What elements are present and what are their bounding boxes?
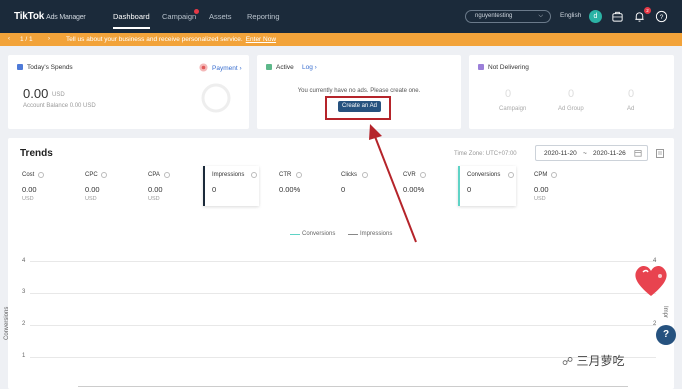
chevron-left-icon[interactable]: ‹ [8, 36, 10, 42]
y-tick-left: 3 [22, 289, 26, 295]
metric-cost[interactable]: Cost 0.00 USD [22, 166, 80, 206]
account-balance: Account Balance 0.00 USD [23, 103, 96, 109]
briefcase-icon[interactable] [611, 10, 624, 23]
info-icon [508, 172, 514, 178]
top-nav: TikTok Ads Manager Dashboard Campaign Ass… [0, 0, 682, 33]
wechat-icon: ☍ [562, 356, 574, 368]
notification-count-badge: 2 [644, 7, 651, 14]
y-axis-label-left: Conversions [4, 306, 10, 340]
export-icon[interactable] [656, 149, 664, 158]
promo-banner: ‹ 1 / 1 › Tell us about your business an… [0, 33, 682, 46]
y-axis-label-right: Impr [662, 306, 668, 318]
not-delivering-title: Not Delivering [488, 64, 529, 71]
annotation-highlight-box [325, 96, 391, 120]
spends-title: Today's Spends [27, 64, 73, 71]
ad-count-label: Ad [627, 106, 635, 112]
info-icon [296, 172, 302, 178]
spends-card: Today's Spends Payment › 0.00 USD Accoun… [8, 55, 249, 129]
date-start: 2020-11-20 [544, 150, 577, 157]
metric-cpa[interactable]: CPA 0.00 USD [148, 166, 206, 206]
info-icon [551, 172, 557, 178]
banner-page-indicator: 1 / 1 [20, 36, 33, 43]
campaign-badge [194, 9, 199, 14]
nav-campaign[interactable]: Campaign [162, 12, 196, 21]
svg-text:?: ? [660, 14, 664, 21]
info-icon [164, 172, 170, 178]
chevron-right-icon[interactable]: › [48, 36, 50, 42]
tiktok-logo[interactable]: TikTok Ads Manager [14, 11, 86, 22]
info-icon [251, 172, 257, 178]
gridline [30, 261, 656, 262]
legend-conversions[interactable]: Conversions [302, 231, 335, 237]
campaign-count-label: Campaign [499, 106, 527, 112]
timezone-label: Time Zone: UTC+07:00 [454, 151, 517, 157]
spend-amount: 0.00 [23, 86, 49, 101]
spend-donut [201, 83, 231, 113]
y-tick-left: 1 [22, 353, 26, 359]
watermark: ☍ 三月萝吃 [562, 354, 625, 368]
info-icon [38, 172, 44, 178]
metric-ctr[interactable]: CTR 0.00% [279, 166, 337, 206]
avatar[interactable]: d [589, 10, 602, 23]
date-range-picker[interactable]: 2020-11-20 ~ 2020-11-26 [535, 145, 648, 161]
payment-icon [199, 63, 208, 72]
chevron-down-icon: ⌵ [538, 13, 543, 19]
info-icon [101, 172, 107, 178]
date-end: 2020-11-26 [593, 150, 626, 157]
metric-impressions[interactable]: Impressions 0 [203, 166, 259, 206]
nav-reporting[interactable]: Reporting [247, 12, 280, 21]
log-link[interactable]: Log › [302, 64, 317, 71]
banner-message: Tell us about your business and receive … [66, 36, 277, 43]
legend-impressions-swatch [348, 234, 358, 235]
active-status-icon [266, 64, 272, 70]
not-delivering-card: Not Delivering 0 Campaign 0 Ad Group 0 A… [469, 55, 674, 129]
campaign-count: 0 [505, 88, 512, 100]
metric-cpm[interactable]: CPM 0.00 USD [534, 166, 592, 206]
trends-title: Trends [20, 148, 53, 159]
metric-cpc[interactable]: CPC 0.00 USD [85, 166, 143, 206]
language-selector[interactable]: English [560, 12, 581, 19]
annotation-arrow-icon [369, 124, 417, 243]
legend-conversions-swatch [290, 234, 300, 235]
account-selector[interactable]: nguyentesting ⌵ [465, 10, 551, 23]
x-axis [78, 386, 628, 387]
y-tick-left: 4 [22, 258, 26, 264]
metric-conversions[interactable]: Conversions 0 [458, 166, 516, 206]
nav-assets[interactable]: Assets [209, 12, 232, 21]
info-icon [420, 172, 426, 178]
active-status: Active [276, 64, 294, 71]
payment-link[interactable]: Payment › [212, 65, 242, 72]
gridline [30, 293, 656, 294]
help-icon[interactable]: ? [655, 10, 668, 23]
no-ads-message: You currently have no ads. Please create… [297, 88, 421, 94]
date-separator: ~ [583, 150, 587, 157]
adgroup-count-label: Ad Group [558, 106, 584, 112]
y-tick-left: 2 [22, 321, 26, 327]
ad-count: 0 [628, 88, 635, 100]
heart-sticker-icon [635, 265, 667, 296]
y-tick-right: 2 [653, 321, 657, 327]
wallet-icon [17, 64, 23, 70]
spend-currency: USD [52, 92, 65, 98]
not-delivering-icon [478, 64, 484, 70]
adgroup-count: 0 [568, 88, 575, 100]
help-chat-button[interactable]: ? [656, 325, 676, 345]
calendar-icon [634, 150, 642, 157]
nav-dashboard[interactable]: Dashboard [113, 12, 150, 29]
banner-enter-now-link[interactable]: Enter Now [246, 36, 276, 43]
gridline [30, 325, 656, 326]
